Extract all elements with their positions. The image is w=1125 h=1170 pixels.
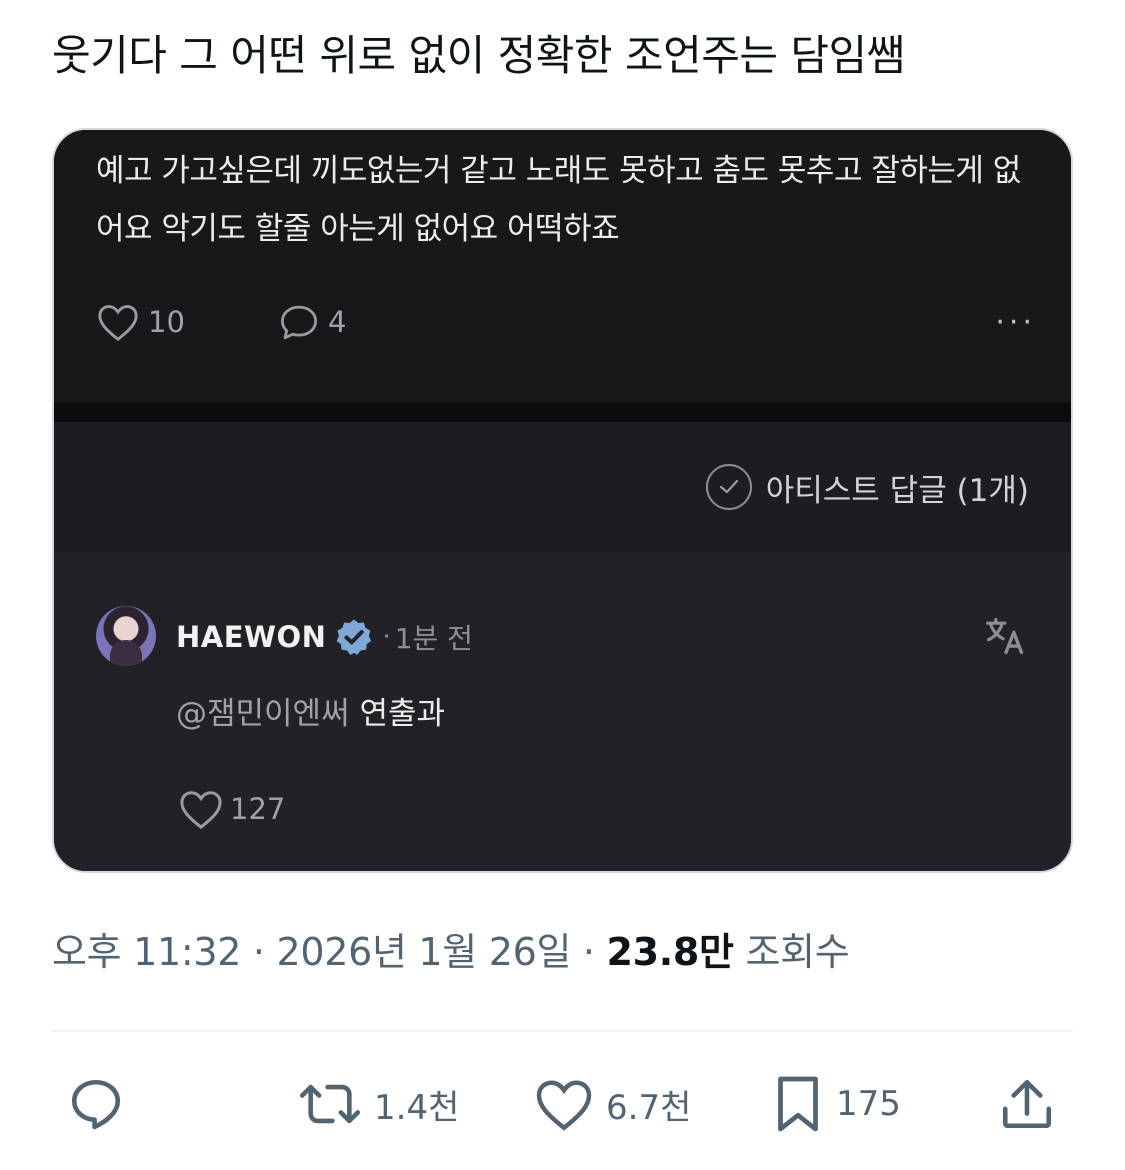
artist-reply-toggle[interactable]: 아티스트 답글 (1개) bbox=[705, 462, 1029, 512]
reply-button[interactable] bbox=[66, 1074, 138, 1134]
retweet-button[interactable]: 1.4천 bbox=[298, 1074, 459, 1134]
artist-reply-label: 아티스트 답글 (1개) bbox=[765, 472, 1029, 509]
fan-post-text: 예고 가고싶은데 끼도없는거 같고 노래도 못하고 춤도 못추고 잘하는게 없어… bbox=[96, 153, 1021, 247]
check-circle-icon bbox=[705, 464, 752, 510]
post-comment-count: 4 bbox=[328, 305, 347, 339]
translate-icon bbox=[986, 617, 1024, 655]
reply-author-name[interactable]: HAEWON bbox=[176, 620, 326, 654]
tweet-time[interactable]: 오후 11:32 bbox=[52, 930, 241, 974]
tweet-text: 웃기다 그 어떤 위로 없이 정확한 조언주는 담임쌤 bbox=[52, 31, 905, 80]
section-divider bbox=[54, 402, 1071, 422]
reply-icon bbox=[71, 1079, 121, 1130]
heart-icon bbox=[180, 791, 222, 830]
artist-reply: HAEWON · 1분 전 @잼민이엔써 연출과 127 bbox=[54, 552, 1071, 871]
reply-body: @잼민이엔써 연출과 bbox=[176, 688, 445, 733]
like-button[interactable]: 6.7천 bbox=[534, 1074, 691, 1134]
reply-mention[interactable]: @잼민이엔써 bbox=[176, 696, 350, 732]
bookmark-icon bbox=[778, 1076, 818, 1132]
heart-icon bbox=[536, 1080, 592, 1131]
like-count: 6.7천 bbox=[606, 1087, 692, 1128]
meta-separator: · bbox=[252, 930, 265, 974]
views-label: 조회수 bbox=[745, 930, 850, 974]
translate-button[interactable] bbox=[983, 614, 1027, 662]
tweet-date[interactable]: 2026년 1월 26일 bbox=[276, 930, 571, 974]
post-more-button[interactable]: ··· bbox=[995, 302, 1036, 342]
retweet-icon bbox=[299, 1084, 361, 1124]
reply-header: HAEWON · 1분 전 bbox=[176, 616, 473, 658]
meta-separator: · bbox=[582, 930, 595, 974]
speech-bubble-icon bbox=[280, 305, 318, 340]
reply-like-button[interactable]: 127 bbox=[178, 788, 285, 830]
post-like-button[interactable]: 10 bbox=[96, 302, 185, 342]
post-like-count: 10 bbox=[148, 305, 185, 339]
bookmark-count: 175 bbox=[836, 1084, 901, 1124]
heart-icon bbox=[98, 305, 138, 342]
retweet-count: 1.4천 bbox=[374, 1087, 460, 1128]
embedded-post-card[interactable]: 예고 가고싶은데 끼도없는거 같고 노래도 못하고 춤도 못추고 잘하는게 없어… bbox=[52, 128, 1073, 873]
reply-separator: · bbox=[382, 622, 391, 652]
reply-time: 1분 전 bbox=[394, 622, 473, 655]
views-count: 23.8만 bbox=[606, 930, 734, 974]
post-comment-button[interactable]: 4 bbox=[278, 302, 346, 342]
fan-post: 예고 가고싶은데 끼도없는거 같고 노래도 못하고 춤도 못추고 잘하는게 없어… bbox=[54, 130, 1071, 402]
divider bbox=[52, 1030, 1073, 1032]
artist-reply-header: 아티스트 답글 (1개) bbox=[54, 422, 1071, 552]
verified-badge-icon bbox=[337, 619, 372, 655]
ellipsis-icon: ··· bbox=[995, 304, 1036, 340]
tweet-meta: 오후 11:32 · 2026년 1월 26일 · 23.8만 조회수 bbox=[52, 926, 850, 978]
fan-post-actions: 10 4 ··· bbox=[96, 302, 1036, 342]
share-button[interactable] bbox=[998, 1074, 1068, 1134]
share-icon bbox=[1002, 1079, 1052, 1129]
bookmark-button[interactable]: 175 bbox=[772, 1074, 901, 1134]
reply-text: 연출과 bbox=[359, 696, 446, 732]
avatar[interactable] bbox=[96, 606, 156, 666]
reply-like-count: 127 bbox=[230, 792, 286, 826]
